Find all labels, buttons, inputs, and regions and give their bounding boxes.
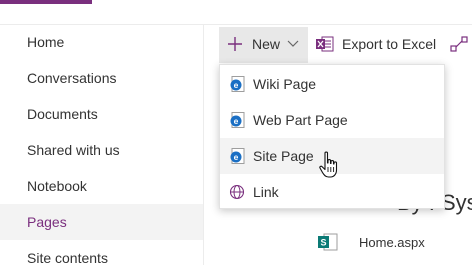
nav-item-site-contents[interactable]: Site contents (0, 240, 203, 276)
file-name-home-aspx[interactable]: Home.aspx (359, 235, 425, 250)
nav-item-documents[interactable]: Documents (0, 96, 203, 132)
export-to-excel-label: Export to Excel (342, 36, 437, 52)
excel-icon (316, 36, 334, 52)
menu-item-link[interactable]: Link (220, 174, 444, 210)
export-to-excel-button[interactable]: Export to Excel (316, 27, 444, 63)
svg-text:e: e (234, 80, 239, 90)
menu-item-wiki-page[interactable]: e Wiki Page (220, 66, 444, 102)
menu-item-label: Wiki Page (253, 76, 317, 92)
flow-icon[interactable] (450, 36, 468, 52)
menu-item-label: Link (253, 184, 279, 200)
svg-text:e: e (234, 152, 239, 162)
svg-text:e: e (234, 116, 239, 126)
menu-item-label: Site Page (253, 148, 314, 164)
menu-item-label: Web Part Page (253, 112, 348, 128)
ie-page-icon: e (230, 112, 245, 128)
new-dropdown-menu: e Wiki Page e Web Part Page e Site Page … (219, 64, 445, 209)
nav-item-home[interactable]: Home (0, 24, 203, 60)
nav-item-conversations[interactable]: Conversations (0, 60, 203, 96)
new-button-label: New (252, 36, 281, 52)
nav-divider (203, 24, 204, 265)
ie-page-icon: e (230, 76, 245, 92)
nav-item-pages[interactable]: Pages (0, 204, 203, 240)
menu-item-web-part-page[interactable]: e Web Part Page (220, 102, 444, 138)
svg-text:S: S (320, 238, 326, 248)
plus-icon (228, 37, 242, 51)
chevron-down-icon (287, 40, 299, 47)
left-navigation: Home Conversations Documents Shared with… (0, 24, 203, 266)
hand-cursor-icon (319, 151, 338, 178)
nav-item-shared-with-us[interactable]: Shared with us (0, 132, 203, 168)
globe-icon (229, 184, 245, 200)
nav-item-notebook[interactable]: Notebook (0, 168, 203, 204)
suite-accent-bar (0, 0, 92, 4)
new-button[interactable]: New (219, 27, 308, 63)
sharepoint-page-icon: S (318, 233, 338, 251)
ie-page-icon: e (230, 148, 245, 164)
